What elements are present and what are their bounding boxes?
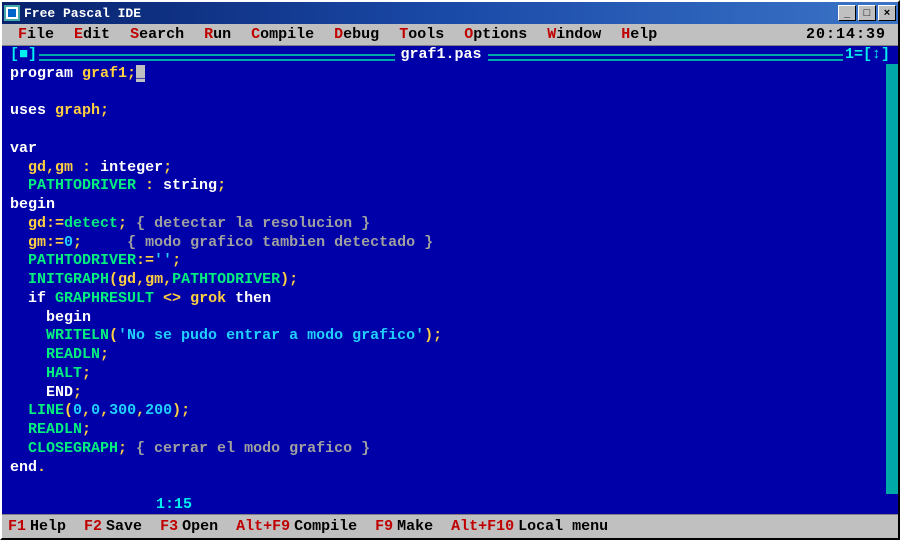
code-line[interactable]: HALT; (10, 365, 890, 384)
editor-area[interactable]: [■] graf1.pas 1=[↕] program graf1;_ uses… (2, 46, 898, 514)
code-line[interactable]: LINE(0,0,300,200); (10, 402, 890, 421)
code-line[interactable]: uses graph; (10, 102, 890, 121)
vertical-scrollbar[interactable] (886, 64, 898, 494)
code-line[interactable]: END; (10, 384, 890, 403)
shortcut-local-menu[interactable]: Alt+F10Local menu (451, 518, 626, 535)
shortcut-open[interactable]: F3Open (160, 518, 236, 535)
menu-search[interactable]: Search (120, 26, 194, 43)
menu-edit[interactable]: Edit (64, 26, 120, 43)
code-view[interactable]: program graf1;_ uses graph; var gd,gm : … (10, 65, 890, 478)
editor-frame-bottom: 1:15 ◄■▬ ─┘ (10, 477, 890, 514)
menu-debug[interactable]: Debug (324, 26, 389, 43)
titlebar[interactable]: Free Pascal IDE _ □ × (2, 2, 898, 24)
code-line[interactable]: PATHTODRIVER:=''; (10, 252, 890, 271)
code-line[interactable]: WRITELN('No se pudo entrar a modo grafic… (10, 327, 890, 346)
editor-frame-top: [■] graf1.pas 1=[↕] (10, 46, 890, 65)
editor-right-marker[interactable]: 1=[↕] (845, 46, 890, 65)
code-line[interactable]: PATHTODRIVER : string; (10, 177, 890, 196)
menubar: FileEditSearchRunCompileDebugToolsOption… (2, 24, 898, 46)
app-icon (4, 5, 20, 21)
clock: 20:14:39 (800, 26, 892, 43)
menu-window[interactable]: Window (537, 26, 611, 43)
code-line[interactable]: INITGRAPH(gd,gm,PATHTODRIVER); (10, 271, 890, 290)
ide-window: Free Pascal IDE _ □ × FileEditSearchRunC… (0, 0, 900, 540)
code-line[interactable] (10, 84, 890, 103)
menu-file[interactable]: File (8, 26, 64, 43)
bottom-toolbar: F1HelpF2SaveF3OpenAlt+F9CompileF9MakeAlt… (2, 514, 898, 538)
minimize-button[interactable]: _ (838, 5, 856, 21)
maximize-button[interactable]: □ (858, 5, 876, 21)
code-line[interactable]: begin (10, 196, 890, 215)
code-line[interactable]: begin (10, 309, 890, 328)
editor-filename: graf1.pas (397, 46, 486, 65)
editor-close-marker[interactable]: [■] (10, 46, 37, 65)
window-title: Free Pascal IDE (24, 6, 836, 21)
close-button[interactable]: × (878, 5, 896, 21)
shortcut-compile[interactable]: Alt+F9Compile (236, 518, 375, 535)
code-line[interactable] (10, 121, 890, 140)
menu-tools[interactable]: Tools (389, 26, 454, 43)
code-line[interactable]: var (10, 140, 890, 159)
shortcut-help[interactable]: F1Help (8, 518, 84, 535)
code-line[interactable]: gd:=detect; { detectar la resolucion } (10, 215, 890, 234)
code-line[interactable]: if GRAPHRESULT <> grok then (10, 290, 890, 309)
menu-run[interactable]: Run (194, 26, 241, 43)
code-line[interactable]: gm:=0; { modo grafico tambien detectado … (10, 234, 890, 253)
cursor-position: 1:15 (156, 496, 192, 513)
code-line[interactable]: READLN; (10, 421, 890, 440)
code-line[interactable]: CLOSEGRAPH; { cerrar el modo grafico } (10, 440, 890, 459)
shortcut-make[interactable]: F9Make (375, 518, 451, 535)
menu-options[interactable]: Options (454, 26, 537, 43)
menu-compile[interactable]: Compile (241, 26, 324, 43)
shortcut-save[interactable]: F2Save (84, 518, 160, 535)
menu-help[interactable]: Help (611, 26, 667, 43)
code-line[interactable]: gd,gm : integer; (10, 159, 890, 178)
code-line[interactable]: READLN; (10, 346, 890, 365)
code-line[interactable]: program graf1;_ (10, 65, 890, 84)
code-line[interactable]: end. (10, 459, 890, 478)
